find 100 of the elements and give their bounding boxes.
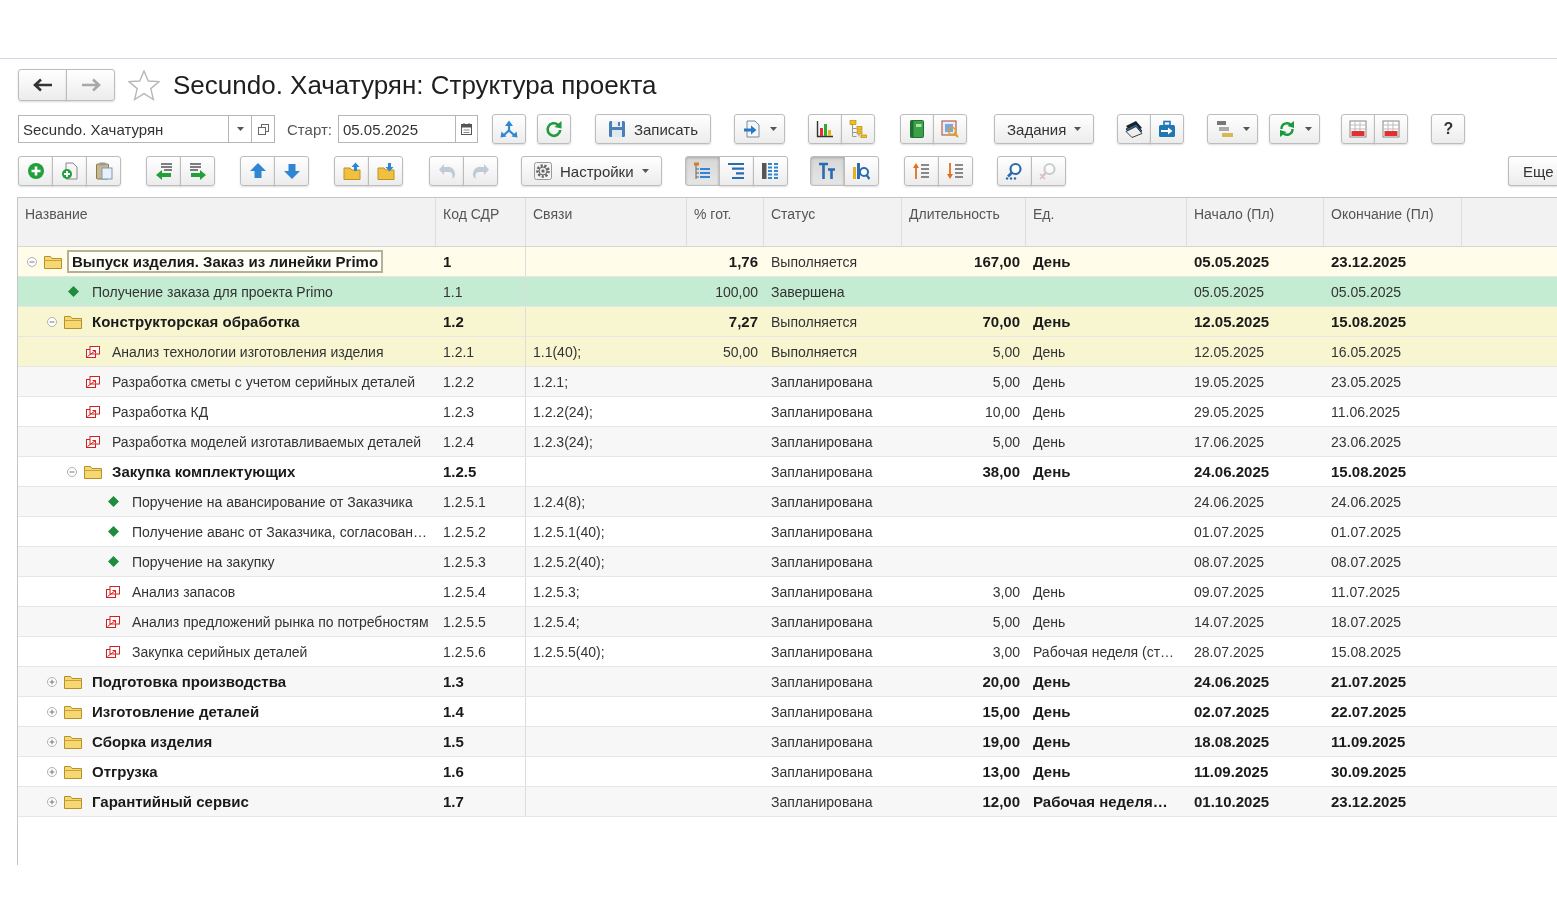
- dropdown-button[interactable]: [734, 114, 786, 144]
- task-name: Разработка КД: [111, 402, 210, 422]
- table-row[interactable]: Анализ запасов 1.2.5.4 1.2.5.3; Запланирована 3,00 День 09.07.2025 11.07.2025: [18, 577, 1557, 607]
- status-text: Запланирована: [771, 733, 873, 750]
- table-row[interactable]: Разработка моделей изготавливаемых деталей 1.2.4 1.2.3(24); Запланирована 5,00 День 17.06.2025 23.06.2025: [18, 427, 1557, 457]
- end-date: 23.12.2025: [1331, 253, 1407, 270]
- unit-text: День: [1033, 343, 1066, 360]
- unit-text: День: [1033, 733, 1071, 750]
- end-date: 11.07.2025: [1331, 583, 1401, 600]
- status-text: Запланирована: [771, 463, 873, 480]
- date-field[interactable]: 05.05.2025: [337, 115, 456, 143]
- expand-icon[interactable]: [47, 766, 57, 777]
- expand-icon[interactable]: [47, 736, 57, 747]
- expand-icon[interactable]: [47, 676, 57, 687]
- expand-icon[interactable]: [47, 796, 57, 807]
- unit-text: День: [1033, 463, 1071, 480]
- toolbar-button[interactable]: [1117, 114, 1152, 144]
- table-row[interactable]: Получение аванс от Заказчика, согласован… 1.2.5.2 1.2.5.1(40); Запланирована 01.07.2025 01.07.2025: [18, 517, 1557, 547]
- start-date: 02.07.2025: [1194, 703, 1270, 720]
- fork-arrows-icon: [499, 120, 518, 138]
- dropdown-button[interactable]: Настройки: [521, 156, 662, 186]
- squares-icon: [257, 123, 269, 135]
- bars-icon: [1215, 120, 1234, 138]
- toolbar-button[interactable]: [900, 114, 935, 144]
- table-row[interactable]: Анализ предложений рынка по потребностям 1.2.5.5 1.2.5.4; Запланирована 5,00 День 14.07.2025 18.07.2025: [18, 607, 1557, 637]
- table-row[interactable]: Анализ технологии изготовления изделия 1.2.1 1.1(40); 50,00 Выполняется 5,00 День 12.05.2025 16.05.2025: [18, 337, 1557, 367]
- task-icon: [86, 435, 100, 448]
- window-title: Secundo. Хачатурян: Структура проекта: [173, 69, 657, 101]
- wbs-code: 1.2.5: [443, 463, 477, 480]
- hierarchy-icon: [849, 120, 868, 138]
- calendar-button[interactable]: [454, 115, 478, 143]
- table-row[interactable]: Подготовка производства 1.3 Запланирована 20,00 День 24.06.2025 21.07.2025: [18, 667, 1557, 697]
- column-header[interactable]: Статус: [764, 198, 902, 246]
- dropdown-button[interactable]: Задания: [994, 114, 1095, 144]
- duration-value: 19,00: [982, 733, 1020, 750]
- column-header[interactable]: Название: [18, 198, 436, 246]
- column-header[interactable]: Код СДР: [436, 198, 526, 246]
- document-add-icon: [60, 162, 79, 180]
- star-icon[interactable]: [128, 69, 160, 101]
- dropdown-button[interactable]: [228, 115, 252, 143]
- search-clear-icon: [1039, 162, 1058, 180]
- table-row[interactable]: Поручение на закупку 1.2.5.3 1.2.5.2(40); Запланирована 08.07.2025 08.07.2025: [18, 547, 1557, 577]
- task-icon: [86, 375, 100, 388]
- toolbar-button[interactable]: Записать: [594, 114, 712, 144]
- toolbar-button[interactable]: [808, 114, 843, 144]
- wbs-code: 1.2.5.5: [443, 613, 486, 630]
- text-format-icon: [818, 162, 837, 180]
- table-row[interactable]: Разработка сметы с учетом серийных деталей 1.2.2 1.2.1; Запланирована 5,00 День 19.05.2025 23.05.2025: [18, 367, 1557, 397]
- start-date: 12.05.2025: [1194, 343, 1265, 360]
- task-name: Поручение на авансирование от Заказчика: [131, 492, 414, 512]
- collapse-icon[interactable]: [27, 256, 37, 267]
- status-text: Запланирована: [771, 793, 873, 810]
- column-header[interactable]: Ед.: [1026, 198, 1187, 246]
- duration-value: 13,00: [982, 763, 1020, 780]
- expand-icon[interactable]: [47, 706, 57, 717]
- task-name: Сборка изделия: [91, 732, 214, 752]
- folder-icon: [64, 674, 82, 689]
- status-text: Запланирована: [771, 523, 873, 540]
- task-name: Получение аванс от Заказчика, согласован…: [131, 522, 429, 542]
- wbs-code: 1.2.5.1: [443, 493, 486, 510]
- table-icon: [1382, 120, 1401, 138]
- tree-list-icon: [693, 162, 712, 180]
- column-header[interactable]: Связи: [526, 198, 687, 246]
- table-row[interactable]: Отгрузка 1.6 Запланирована 13,00 День 11.09.2025 30.09.2025: [18, 757, 1557, 787]
- open-button[interactable]: [251, 115, 275, 143]
- links-text: 1.2.3(24);: [533, 433, 593, 450]
- percent-value: 7,27: [728, 313, 758, 330]
- table-row[interactable]: Получение заказа для проекта Primo 1.1 100,00 Завершена 05.05.2025 05.05.2025: [18, 277, 1557, 307]
- status-text: Выполняется: [771, 343, 858, 360]
- help-button[interactable]: ?: [1431, 114, 1466, 144]
- wbs-code: 1.4: [443, 703, 464, 720]
- arrow-left-icon: [32, 78, 53, 92]
- column-header[interactable]: % гот.: [687, 198, 764, 246]
- collapse-icon[interactable]: [67, 466, 77, 477]
- start-date: 24.06.2025: [1194, 463, 1270, 480]
- dropdown-button[interactable]: [1269, 114, 1321, 144]
- more-button[interactable]: Еще: [1508, 156, 1557, 186]
- table-row[interactable]: Изготовление деталей 1.4 Запланирована 15,00 День 02.07.2025 22.07.2025: [18, 697, 1557, 727]
- table-row[interactable]: Конструкторская обработка 1.2 7,27 Выполняется 70,00 День 12.05.2025 15.08.2025: [18, 307, 1557, 337]
- links-text: 1.2.5.2(40);: [533, 553, 605, 570]
- chart-search-icon: [852, 162, 871, 180]
- toolbar-button[interactable]: [752, 156, 788, 186]
- project-field[interactable]: Secundo. Хачатурян: [18, 115, 229, 143]
- table-row[interactable]: Поручение на авансирование от Заказчика 1.2.5.1 1.2.4(8); Запланирована 24.06.2025 24.06.2025: [18, 487, 1557, 517]
- collapse-icon[interactable]: [47, 316, 57, 327]
- table-row[interactable]: Выпуск изделия. Заказ из линейки Primo 1 1,76 Выполняется 167,00 День 05.05.2025 23.12.2025: [18, 247, 1557, 277]
- column-header[interactable]: Окончание (Пл): [1324, 198, 1462, 246]
- column-header[interactable]: Длительность: [902, 198, 1026, 246]
- table-row[interactable]: Закупка комплектующих 1.2.5 Запланирована 38,00 День 24.06.2025 15.08.2025: [18, 457, 1557, 487]
- back-button[interactable]: [18, 69, 67, 101]
- table-row[interactable]: Сборка изделия 1.5 Запланирована 19,00 День 18.08.2025 11.09.2025: [18, 727, 1557, 757]
- table-row[interactable]: Гарантийный сервис 1.7 Запланирована 12,00 Рабочая неделя… 01.10.2025 23.12.2025: [18, 787, 1557, 817]
- dropdown-button[interactable]: [1207, 114, 1259, 144]
- card-stack-icon: [1125, 120, 1144, 138]
- table-row[interactable]: Закупка серийных деталей 1.2.5.6 1.2.5.5(40); Запланирована 3,00 Рабочая неделя (ст… 28.07.2025 15.08.2025: [18, 637, 1557, 667]
- duration-value: 10,00: [984, 403, 1020, 420]
- folder-icon: [64, 314, 82, 329]
- column-header[interactable]: Начало (Пл): [1187, 198, 1324, 246]
- table-row[interactable]: Разработка КД 1.2.3 1.2.2(24); Запланирована 10,00 День 29.05.2025 11.06.2025: [18, 397, 1557, 427]
- duration-value: 12,00: [982, 793, 1020, 810]
